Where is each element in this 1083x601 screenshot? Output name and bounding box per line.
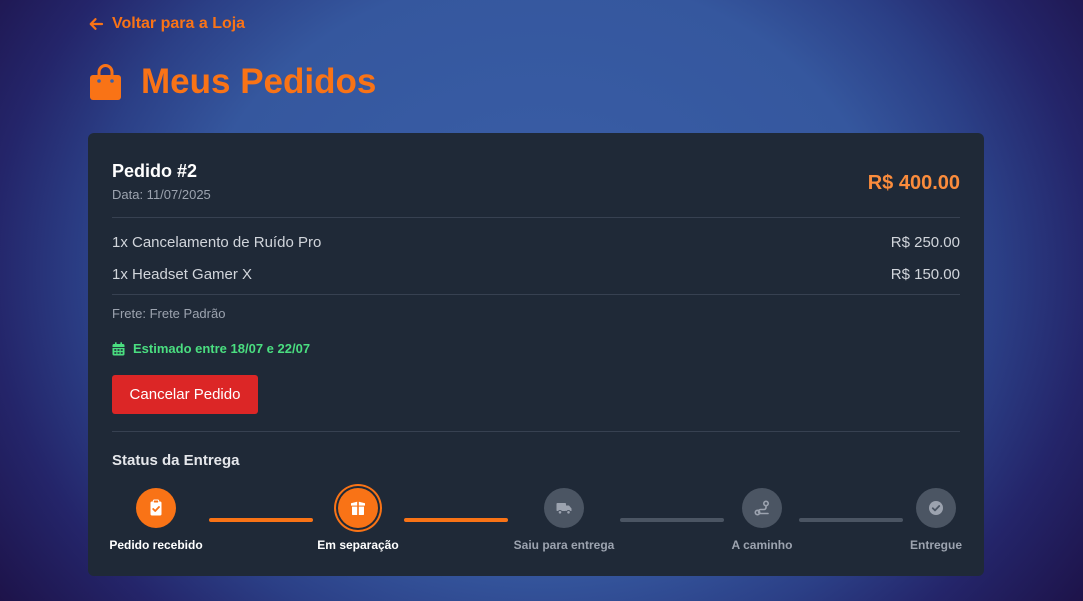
delivery-estimate-text: Estimado entre 18/07 e 22/07 bbox=[133, 341, 311, 356]
order-card: Pedido #2 Data: 11/07/2025 R$ 400.00 1x … bbox=[88, 133, 984, 576]
item-description: 1x Cancelamento de Ruído Pro bbox=[112, 233, 322, 251]
delivery-estimate: Estimado entre 18/07 e 22/07 bbox=[112, 341, 310, 356]
shopping-bag-icon bbox=[88, 63, 123, 101]
back-link-label: Voltar para a Loja bbox=[112, 15, 246, 32]
truck-icon bbox=[555, 499, 573, 517]
step-label: Pedido recebido bbox=[109, 538, 203, 552]
order-date: Data: 11/07/2025 bbox=[112, 187, 211, 202]
clipboard-check-icon bbox=[147, 499, 165, 517]
box-open-icon bbox=[349, 499, 367, 517]
step-entregue[interactable] bbox=[916, 488, 956, 528]
item-price: R$ 150.00 bbox=[890, 265, 960, 283]
shipping-method: Frete: Frete Padrão bbox=[112, 306, 226, 321]
item-price: R$ 250.00 bbox=[890, 233, 960, 251]
delivery-status-title: Status da Entrega bbox=[112, 452, 240, 469]
order-item: 1x Headset Gamer X R$ 150.00 bbox=[112, 263, 960, 285]
arrow-left-icon bbox=[88, 16, 104, 32]
order-item: 1x Cancelamento de Ruído Pro R$ 250.00 bbox=[112, 231, 960, 253]
divider bbox=[112, 294, 960, 295]
step-label: A caminho bbox=[731, 538, 793, 552]
order-total: R$ 400.00 bbox=[867, 172, 960, 194]
order-number: Pedido #2 bbox=[112, 161, 198, 181]
item-description: 1x Headset Gamer X bbox=[112, 265, 253, 283]
step-connector bbox=[620, 518, 724, 522]
step-connector bbox=[799, 518, 903, 522]
check-circle-icon bbox=[927, 499, 945, 517]
page-title: Meus Pedidos bbox=[88, 62, 376, 102]
back-to-store-link[interactable]: Voltar para a Loja bbox=[88, 15, 245, 33]
divider bbox=[112, 217, 960, 218]
step-a-caminho[interactable] bbox=[742, 488, 782, 528]
calendar-icon bbox=[112, 341, 125, 356]
step-connector bbox=[209, 518, 313, 522]
step-pedido-recebido[interactable] bbox=[136, 488, 176, 528]
step-label: Saiu para entrega bbox=[513, 538, 615, 552]
cancel-order-button[interactable]: Cancelar Pedido bbox=[112, 375, 258, 414]
step-connector bbox=[404, 518, 508, 522]
divider bbox=[112, 431, 960, 432]
step-label: Em separação bbox=[317, 538, 399, 552]
route-icon bbox=[753, 499, 771, 517]
step-em-separacao[interactable] bbox=[338, 488, 378, 528]
step-saiu-para-entrega[interactable] bbox=[544, 488, 584, 528]
order-header: Pedido #2 Data: 11/07/2025 R$ 400.00 bbox=[112, 161, 960, 217]
page-title-text: Meus Pedidos bbox=[141, 62, 377, 101]
step-label: Entregue bbox=[909, 538, 963, 552]
